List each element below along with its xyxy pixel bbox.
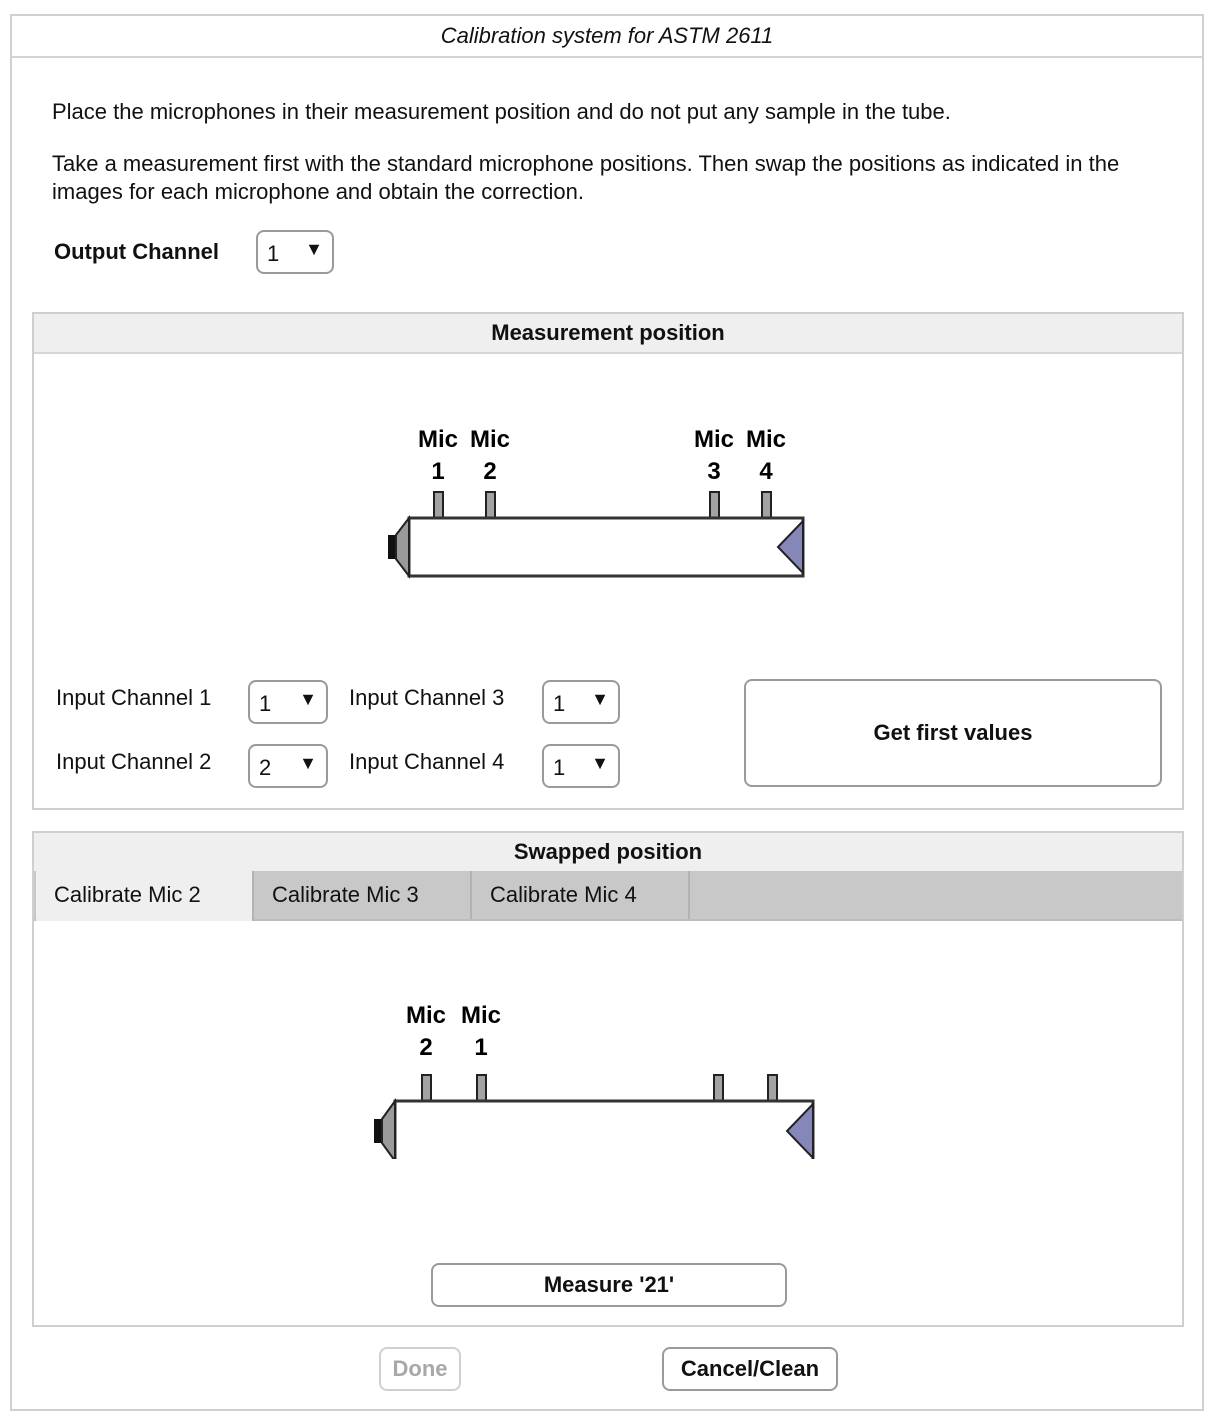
measurement-tube-diagram: Mic 1 Mic 2 Mic 3 Mic 4 bbox=[388, 426, 805, 579]
speaker-magnet bbox=[388, 535, 396, 559]
window-title: Calibration system for ASTM 2611 bbox=[12, 16, 1202, 58]
input-channel-4-label: Input Channel 4 bbox=[349, 749, 505, 774]
measure-21-button[interactable]: Measure '21' bbox=[431, 1263, 787, 1307]
cancel-clean-button[interactable]: Cancel/Clean bbox=[662, 1347, 838, 1391]
mic-label-number: 4 bbox=[759, 458, 773, 485]
mic-label-top: Mic bbox=[461, 1002, 501, 1029]
tab-calibrate-mic-3[interactable]: Calibrate Mic 3 bbox=[254, 871, 472, 919]
mic-1-post bbox=[476, 1074, 487, 1102]
mic-label-top: Mic bbox=[470, 426, 510, 453]
input-channel-3-value: 1 bbox=[553, 691, 566, 716]
mic-label-top: Mic bbox=[746, 426, 786, 453]
mic-label-top: Mic bbox=[406, 1002, 446, 1029]
tab-calibrate-mic-4[interactable]: Calibrate Mic 4 bbox=[472, 871, 690, 919]
input-channel-1-label: Input Channel 1 bbox=[56, 685, 212, 710]
input-channel-4-select[interactable]: 1 ▼ bbox=[542, 744, 620, 788]
speaker-cone bbox=[381, 1097, 396, 1159]
mic-3-post bbox=[709, 491, 720, 519]
mic-4-post bbox=[767, 1074, 778, 1102]
mic-2-post bbox=[421, 1074, 432, 1102]
output-channel-label: Output Channel bbox=[54, 239, 219, 264]
chevron-down-icon: ▼ bbox=[591, 689, 609, 709]
input-channel-2-select[interactable]: 2 ▼ bbox=[248, 744, 328, 788]
mic-label-number: 1 bbox=[474, 1034, 487, 1061]
chevron-down-icon: ▼ bbox=[299, 753, 317, 773]
chevron-down-icon: ▼ bbox=[591, 753, 609, 773]
speaker-magnet bbox=[374, 1119, 382, 1143]
swapped-panel-header: Swapped position bbox=[34, 833, 1182, 873]
calibration-window: Calibration system for ASTM 2611 Place t… bbox=[10, 14, 1204, 1411]
instruction-line-2: Take a measurement first with the standa… bbox=[52, 151, 1120, 204]
input-channel-1-select[interactable]: 1 ▼ bbox=[248, 680, 328, 724]
calibration-tabbar: Calibrate Mic 2 Calibrate Mic 3 Calibrat… bbox=[34, 871, 1182, 921]
instruction-line-1: Place the microphones in their measureme… bbox=[52, 99, 951, 124]
tube-body bbox=[407, 516, 805, 578]
tab-calibrate-mic-2[interactable]: Calibrate Mic 2 bbox=[36, 871, 254, 921]
tube-body bbox=[393, 1099, 815, 1159]
mic-2-post bbox=[485, 491, 496, 519]
output-channel-value: 1 bbox=[267, 241, 280, 266]
mic-4-post bbox=[761, 491, 772, 519]
done-button[interactable]: Done bbox=[379, 1347, 461, 1391]
mic-1-post bbox=[433, 491, 444, 519]
get-first-values-button[interactable]: Get first values bbox=[744, 679, 1162, 787]
mic-label-number: 1 bbox=[431, 458, 444, 485]
chevron-down-icon: ▼ bbox=[305, 239, 323, 259]
mic-label-number: 3 bbox=[707, 458, 720, 485]
input-channel-4-value: 1 bbox=[553, 755, 566, 780]
measurement-panel-header: Measurement position bbox=[34, 314, 1182, 354]
mic-label-top: Mic bbox=[418, 426, 458, 453]
chevron-down-icon: ▼ bbox=[299, 689, 317, 709]
input-channel-1-value: 1 bbox=[259, 691, 272, 716]
swapped-panel: Swapped position Calibrate Mic 2 Calibra… bbox=[32, 831, 1184, 1327]
input-channel-3-select[interactable]: 1 ▼ bbox=[542, 680, 620, 724]
input-channel-2-value: 2 bbox=[259, 755, 272, 780]
input-channel-3-label: Input Channel 3 bbox=[349, 685, 505, 710]
mic-label-number: 2 bbox=[483, 458, 496, 485]
mic-3-post bbox=[713, 1074, 724, 1102]
swapped-tube-diagram: Mic 2 Mic 1 bbox=[374, 1002, 815, 1159]
output-channel-select[interactable]: 1 ▼ bbox=[256, 230, 334, 274]
input-channel-2-label: Input Channel 2 bbox=[56, 749, 212, 774]
mic-label-top: Mic bbox=[694, 426, 734, 453]
measurement-panel: Measurement position Mic 1 Mic 2 Mic 3 M… bbox=[32, 312, 1184, 810]
speaker-cone bbox=[395, 515, 410, 579]
mic-label-number: 2 bbox=[419, 1034, 432, 1061]
